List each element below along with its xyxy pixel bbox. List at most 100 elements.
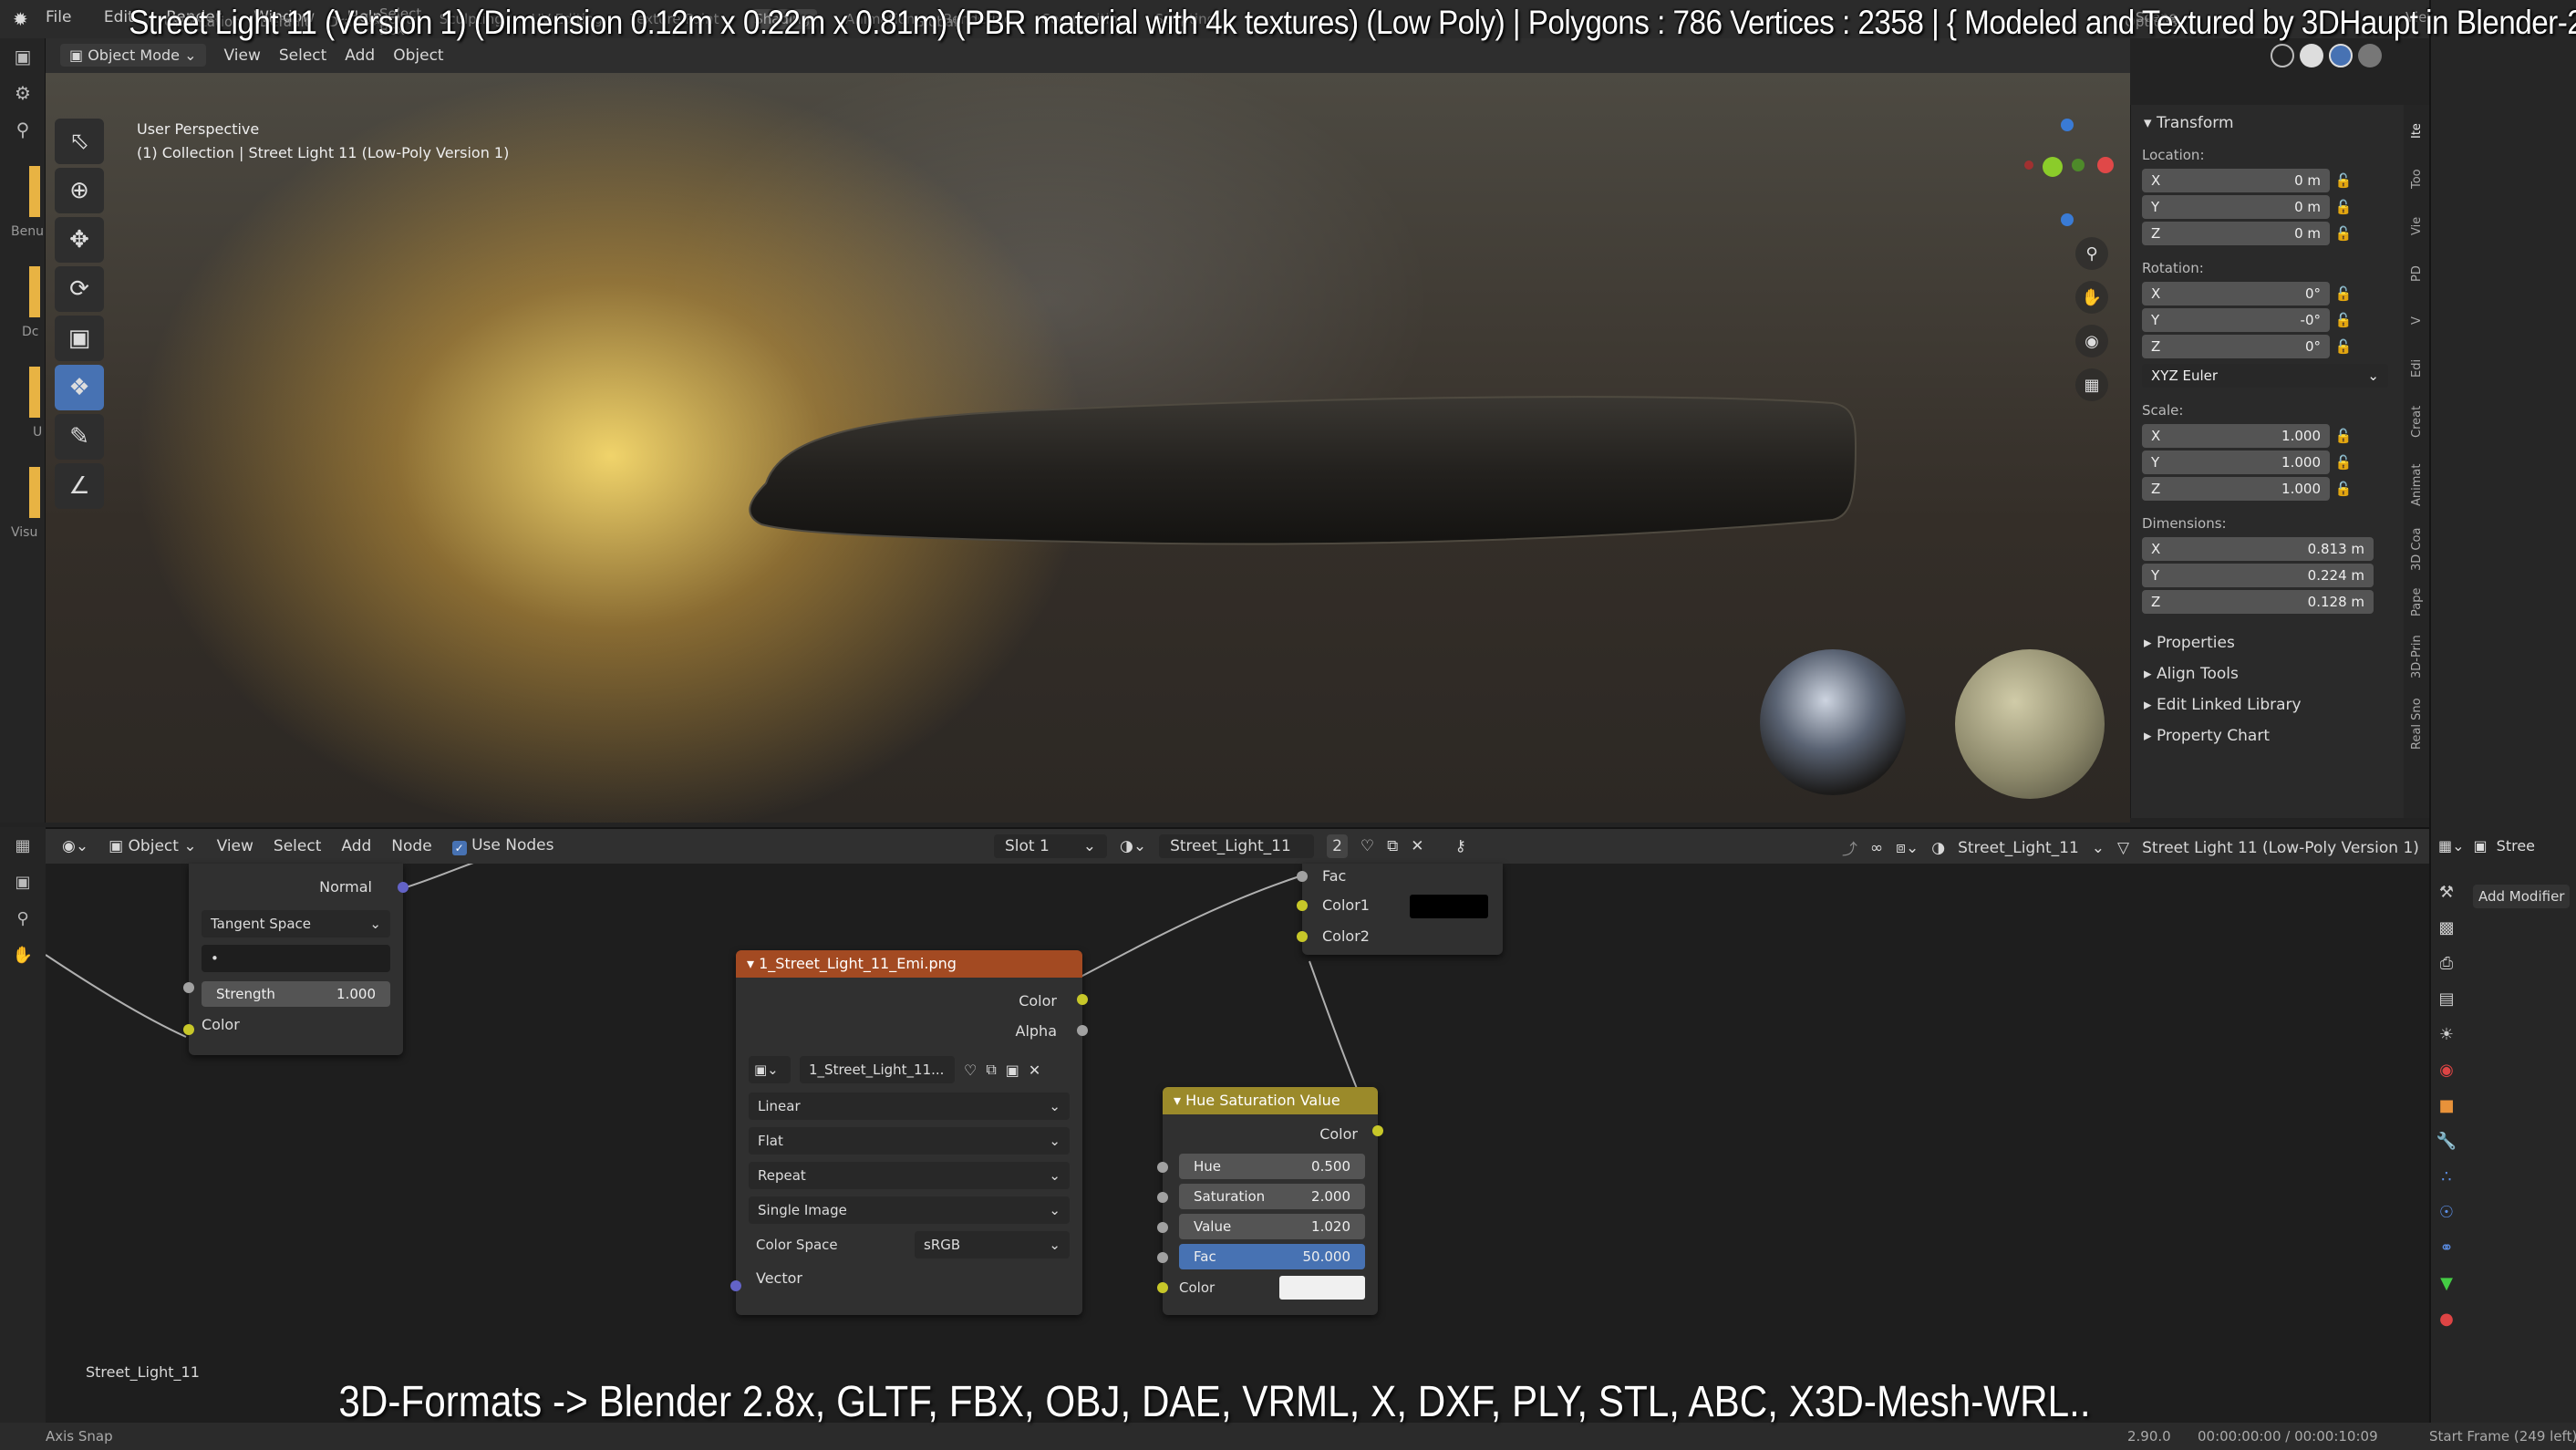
value-input-socket[interactable] <box>1157 1222 1168 1233</box>
view-layer-icon[interactable]: ▤ <box>2438 989 2454 1009</box>
saturation-input-socket[interactable] <box>1157 1192 1168 1203</box>
normal-output-socket[interactable] <box>398 882 409 893</box>
file-thumb-4[interactable] <box>29 467 40 518</box>
color2-input-socket[interactable] <box>1297 931 1308 942</box>
file-thumb-2[interactable] <box>29 266 40 317</box>
hsv-node-header[interactable]: ▾ Hue Saturation Value <box>1163 1087 1378 1114</box>
rotation-y-field[interactable]: Y -0° <box>2142 308 2330 332</box>
rotation-x-field[interactable]: X 0° <box>2142 282 2330 306</box>
gizmo-neg-z-axis[interactable] <box>2061 213 2074 226</box>
gizmo-y-axis[interactable] <box>2043 157 2063 177</box>
color1-input-socket[interactable] <box>1297 900 1308 911</box>
gear-icon[interactable]: ⚙ <box>0 75 46 111</box>
hue-saturation-value-node[interactable]: ▾ Hue Saturation Value Color Hue 0.500 Sa… <box>1157 1087 1383 1315</box>
hsv-color-swatch[interactable] <box>1279 1276 1365 1300</box>
shader-type-dropdown[interactable]: ▣ Object ⌄ <box>109 837 197 855</box>
particles-icon[interactable]: ∴ <box>2441 1167 2451 1186</box>
grid-ortho-icon[interactable]: ▦ <box>2075 368 2108 401</box>
sidebar-tab-real-snow[interactable]: Real Sno <box>2410 690 2424 758</box>
lock-icon[interactable]: 🔓 <box>2330 312 2357 328</box>
zoom-icon[interactable]: ⚲ <box>0 900 46 937</box>
breadcrumb-object[interactable]: Street_Light_11 <box>1958 839 2079 857</box>
fake-user-icon[interactable]: ♡ <box>1360 837 1374 855</box>
world-icon[interactable]: ◉ <box>2439 1061 2454 1080</box>
location-x-field[interactable]: X 0 m <box>2142 169 2330 192</box>
camera-icon[interactable]: ◉ <box>2075 325 2108 357</box>
property-chart-panel-header[interactable]: ▸ Property Chart <box>2144 727 2404 745</box>
pin-icon[interactable]: ⚷ <box>1455 837 1466 855</box>
blender-logo-icon[interactable]: ✹ <box>13 8 28 30</box>
file-thumb-1[interactable] <box>29 166 40 217</box>
object-icon[interactable]: ■ <box>2438 1096 2454 1115</box>
extension-dropdown[interactable]: Repeat ⌄ <box>749 1162 1070 1189</box>
object-data-triangle-icon[interactable]: ▼ <box>2440 1274 2453 1293</box>
tool-icon[interactable]: ⚒ <box>2439 883 2454 902</box>
align-tools-panel-header[interactable]: ▸ Align Tools <box>2144 665 2404 683</box>
space-dropdown[interactable]: Tangent Space ⌄ <box>202 910 390 937</box>
rotation-z-field[interactable]: Z 0° <box>2142 335 2330 358</box>
scale-y-field[interactable]: Y 1.000 <box>2142 451 2330 474</box>
move-tool[interactable]: ✥ <box>55 217 104 263</box>
add-modifier-button[interactable]: Add Modifier <box>2473 885 2571 908</box>
navigation-gizmo[interactable] <box>2006 119 2116 228</box>
slot-dropdown[interactable]: Slot 1 ⌄ <box>994 834 1107 858</box>
solid-shading-icon[interactable] <box>2300 44 2323 67</box>
constraints-icon[interactable]: ⚭ <box>2439 1238 2453 1258</box>
lock-icon[interactable]: 🔓 <box>2330 454 2357 471</box>
scale-z-field[interactable]: Z 1.000 <box>2142 477 2330 501</box>
sidebar-tab-animate[interactable]: Animat <box>2410 453 2424 517</box>
sidebar-tab-tool[interactable]: Too <box>2410 158 2424 200</box>
gizmo-neg-y-axis[interactable] <box>2072 159 2085 171</box>
hue-slider[interactable]: Hue 0.500 <box>1179 1154 1365 1179</box>
interpolation-dropdown[interactable]: Linear ⌄ <box>749 1093 1070 1120</box>
mix-rgb-node[interactable]: Fac Color1 Color2 <box>1297 864 1503 955</box>
viewport-menu-select[interactable]: Select <box>279 47 326 65</box>
image-alpha-output-socket[interactable] <box>1077 1025 1088 1036</box>
image-color-output-socket[interactable] <box>1077 994 1088 1005</box>
annotate-tool[interactable]: ✎ <box>55 414 104 460</box>
location-y-field[interactable]: Y 0 m <box>2142 195 2330 219</box>
sidebar-tab-v[interactable]: V <box>2410 300 2424 342</box>
dimensions-z-field[interactable]: Z 0.128 m <box>2142 590 2374 614</box>
image-browse-dropdown[interactable]: ▣⌄ <box>749 1056 791 1083</box>
rotate-tool[interactable]: ⟳ <box>55 266 104 312</box>
rendered-shading-icon[interactable] <box>2358 44 2382 67</box>
sidebar-tab-3d-print[interactable]: 3D-Prin <box>2410 628 2424 685</box>
folder-icon[interactable]: ▣ <box>0 38 46 75</box>
sidebar-tab-paper[interactable]: Pape <box>2410 581 2424 623</box>
search-icon[interactable]: ⚲ <box>0 111 46 148</box>
sidebar-tab-item[interactable]: Ite <box>2410 110 2424 152</box>
editor-type-icon[interactable]: ▦⌄ <box>2438 837 2465 854</box>
value-slider[interactable]: Value 1.020 <box>1179 1214 1365 1239</box>
edit-linked-library-panel-header[interactable]: ▸ Edit Linked Library <box>2144 696 2404 714</box>
fac-slider[interactable]: Fac 50.000 <box>1179 1244 1365 1269</box>
lock-icon[interactable]: 🔓 <box>2330 481 2357 497</box>
file-thumb-3[interactable] <box>29 367 40 418</box>
material-browse-icon[interactable]: ◑⌄ <box>1120 837 1146 855</box>
uv-map-field[interactable]: • <box>202 945 390 972</box>
gizmo-z-axis[interactable] <box>2061 119 2074 131</box>
editor-type-dropdown[interactable]: ◉⌄ <box>62 837 88 855</box>
hsv-color-output-socket[interactable] <box>1372 1125 1383 1136</box>
snap-icon[interactable]: ∞ <box>1870 839 1883 857</box>
material-icon[interactable]: ● <box>2439 1310 2454 1329</box>
node-canvas[interactable]: Normal Tangent Space ⌄ • Strength 1.000 Co… <box>46 864 2429 1423</box>
strength-input-socket[interactable] <box>183 982 194 993</box>
scale-tool[interactable]: ▣ <box>55 316 104 361</box>
node-menu-view[interactable]: View <box>217 837 253 855</box>
lock-icon[interactable]: 🔓 <box>2330 199 2357 215</box>
scale-x-field[interactable]: X 1.000 <box>2142 424 2330 448</box>
duplicate-icon[interactable]: ⧉ <box>1387 837 1398 855</box>
vector-input-socket[interactable] <box>730 1280 741 1291</box>
open-file-icon[interactable]: ▣ <box>1006 1062 1019 1079</box>
viewport-menu-add[interactable]: Add <box>345 47 375 65</box>
lock-icon[interactable]: 🔓 <box>2330 285 2357 302</box>
image-texture-node-header[interactable]: ▾ 1_Street_Light_11_Emi.png <box>736 950 1082 978</box>
node-menu-node[interactable]: Node <box>391 837 431 855</box>
select-box-tool[interactable]: ⬁ <box>55 119 104 164</box>
output-icon[interactable]: ⎙ <box>2440 954 2453 973</box>
fac-input-socket[interactable] <box>1297 871 1308 882</box>
fac-input-socket[interactable] <box>1157 1252 1168 1263</box>
gizmo-neg-x-axis[interactable] <box>2024 161 2033 170</box>
material-users-count[interactable]: 2 <box>1327 834 1348 858</box>
